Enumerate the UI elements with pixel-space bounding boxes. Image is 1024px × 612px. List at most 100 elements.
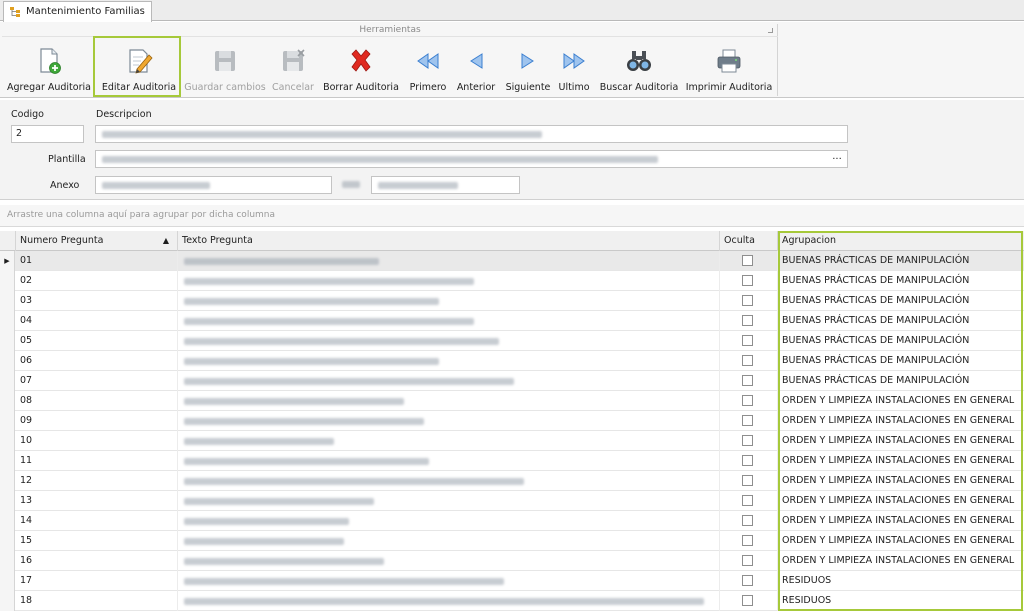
cell-texto-pregunta[interactable] [178, 531, 720, 551]
cell-agrupacion[interactable]: BUENAS PRÁCTICAS DE MANIPULACIÓN [778, 311, 1024, 331]
cell-texto-pregunta[interactable] [178, 271, 720, 291]
cell-texto-pregunta[interactable] [178, 591, 720, 611]
oculta-checkbox[interactable] [742, 455, 753, 466]
plantilla-browse-button[interactable]: ... [828, 152, 846, 166]
oculta-checkbox[interactable] [742, 495, 753, 506]
table-row[interactable]: ▶ 01 BUENAS PRÁCTICAS DE MANIPULACIÓN [0, 251, 1024, 271]
oculta-checkbox[interactable] [742, 435, 753, 446]
cell-texto-pregunta[interactable] [178, 511, 720, 531]
first-record-button[interactable]: Primero [404, 44, 452, 96]
last-record-button[interactable]: Ultimo [554, 44, 594, 96]
oculta-checkbox[interactable] [742, 415, 753, 426]
descripcion-field[interactable] [95, 125, 848, 143]
plantilla-field[interactable]: ... [95, 150, 848, 168]
oculta-checkbox[interactable] [742, 255, 753, 266]
oculta-checkbox[interactable] [742, 315, 753, 326]
table-row[interactable]: 12 ORDEN Y LIMPIEZA INSTALACIONES EN GENE… [0, 471, 1024, 491]
save-changes-button[interactable]: Guardar cambios [182, 44, 268, 96]
table-row[interactable]: 04 BUENAS PRÁCTICAS DE MANIPULACIÓN [0, 311, 1024, 331]
cell-agrupacion[interactable]: ORDEN Y LIMPIEZA INSTALACIONES EN GENERA… [778, 451, 1024, 471]
header-texto-pregunta[interactable]: Texto Pregunta [178, 231, 720, 251]
oculta-checkbox[interactable] [742, 375, 753, 386]
cell-texto-pregunta[interactable] [178, 311, 720, 331]
cell-texto-pregunta[interactable] [178, 551, 720, 571]
cell-numero-pregunta[interactable]: 18 [16, 591, 178, 611]
cell-agrupacion[interactable]: ORDEN Y LIMPIEZA INSTALACIONES EN GENERA… [778, 411, 1024, 431]
ribbon-group-expand-icon[interactable] [768, 28, 773, 33]
cell-agrupacion[interactable]: BUENAS PRÁCTICAS DE MANIPULACIÓN [778, 271, 1024, 291]
cell-agrupacion[interactable]: ORDEN Y LIMPIEZA INSTALACIONES EN GENERA… [778, 471, 1024, 491]
oculta-checkbox[interactable] [742, 275, 753, 286]
header-agrupacion[interactable]: Agrupacion [778, 231, 1024, 251]
header-oculta[interactable]: Oculta [720, 231, 778, 251]
oculta-checkbox[interactable] [742, 355, 753, 366]
cell-numero-pregunta[interactable]: 03 [16, 291, 178, 311]
table-row[interactable]: 09 ORDEN Y LIMPIEZA INSTALACIONES EN GENE… [0, 411, 1024, 431]
cell-agrupacion[interactable]: BUENAS PRÁCTICAS DE MANIPULACIÓN [778, 351, 1024, 371]
anexo-field[interactable] [95, 176, 332, 194]
table-row[interactable]: 10 ORDEN Y LIMPIEZA INSTALACIONES EN GENE… [0, 431, 1024, 451]
oculta-checkbox[interactable] [742, 575, 753, 586]
print-audit-button[interactable]: Imprimir Auditoria [684, 44, 774, 96]
oculta-checkbox[interactable] [742, 535, 753, 546]
table-row[interactable]: 05 BUENAS PRÁCTICAS DE MANIPULACIÓN [0, 331, 1024, 351]
cell-texto-pregunta[interactable] [178, 251, 720, 271]
cell-numero-pregunta[interactable]: 15 [16, 531, 178, 551]
oculta-checkbox[interactable] [742, 515, 753, 526]
cell-texto-pregunta[interactable] [178, 411, 720, 431]
tab-mantenimiento-familias[interactable]: Mantenimiento Familias [3, 1, 152, 22]
cell-agrupacion[interactable]: RESIDUOS [778, 591, 1024, 611]
oculta-checkbox[interactable] [742, 335, 753, 346]
cell-numero-pregunta[interactable]: 06 [16, 351, 178, 371]
cell-numero-pregunta[interactable]: 01 [16, 251, 178, 271]
cell-numero-pregunta[interactable]: 02 [16, 271, 178, 291]
cell-agrupacion[interactable]: BUENAS PRÁCTICAS DE MANIPULACIÓN [778, 251, 1024, 271]
cell-numero-pregunta[interactable]: 08 [16, 391, 178, 411]
add-audit-button[interactable]: Agregar Auditoria [6, 44, 92, 96]
table-row[interactable]: 13 ORDEN Y LIMPIEZA INSTALACIONES EN GENE… [0, 491, 1024, 511]
cell-texto-pregunta[interactable] [178, 331, 720, 351]
cell-agrupacion[interactable]: BUENAS PRÁCTICAS DE MANIPULACIÓN [778, 291, 1024, 311]
table-row[interactable]: 07 BUENAS PRÁCTICAS DE MANIPULACIÓN [0, 371, 1024, 391]
cell-numero-pregunta[interactable]: 04 [16, 311, 178, 331]
oculta-checkbox[interactable] [742, 555, 753, 566]
cell-texto-pregunta[interactable] [178, 491, 720, 511]
cell-numero-pregunta[interactable]: 10 [16, 431, 178, 451]
table-row[interactable]: 15 ORDEN Y LIMPIEZA INSTALACIONES EN GENE… [0, 531, 1024, 551]
oculta-checkbox[interactable] [742, 295, 753, 306]
cell-numero-pregunta[interactable]: 11 [16, 451, 178, 471]
cell-agrupacion[interactable]: ORDEN Y LIMPIEZA INSTALACIONES EN GENERA… [778, 531, 1024, 551]
cell-numero-pregunta[interactable]: 07 [16, 371, 178, 391]
anexo-secondary-field[interactable] [371, 176, 520, 194]
table-row[interactable]: 02 BUENAS PRÁCTICAS DE MANIPULACIÓN [0, 271, 1024, 291]
cell-numero-pregunta[interactable]: 17 [16, 571, 178, 591]
cell-texto-pregunta[interactable] [178, 371, 720, 391]
table-row[interactable]: 06 BUENAS PRÁCTICAS DE MANIPULACIÓN [0, 351, 1024, 371]
cell-numero-pregunta[interactable]: 05 [16, 331, 178, 351]
next-record-button[interactable]: Siguiente [502, 44, 554, 96]
header-numero-pregunta[interactable]: Numero Pregunta ▲ [16, 231, 178, 251]
cancel-button[interactable]: Cancelar [268, 44, 318, 96]
cell-texto-pregunta[interactable] [178, 571, 720, 591]
table-row[interactable]: 17 RESIDUOS [0, 571, 1024, 591]
cell-agrupacion[interactable]: BUENAS PRÁCTICAS DE MANIPULACIÓN [778, 371, 1024, 391]
previous-record-button[interactable]: Anterior [452, 44, 500, 96]
cell-texto-pregunta[interactable] [178, 451, 720, 471]
grid-group-panel[interactable]: Arrastre una columna aquí para agrupar p… [0, 205, 1024, 227]
codigo-field[interactable]: 2 [11, 125, 84, 143]
cell-texto-pregunta[interactable] [178, 431, 720, 451]
table-row[interactable]: 18 RESIDUOS [0, 591, 1024, 611]
cell-agrupacion[interactable]: ORDEN Y LIMPIEZA INSTALACIONES EN GENERA… [778, 391, 1024, 411]
oculta-checkbox[interactable] [742, 395, 753, 406]
cell-agrupacion[interactable]: RESIDUOS [778, 571, 1024, 591]
cell-numero-pregunta[interactable]: 16 [16, 551, 178, 571]
cell-numero-pregunta[interactable]: 12 [16, 471, 178, 491]
cell-texto-pregunta[interactable] [178, 471, 720, 491]
cell-texto-pregunta[interactable] [178, 291, 720, 311]
oculta-checkbox[interactable] [742, 595, 753, 606]
cell-texto-pregunta[interactable] [178, 391, 720, 411]
table-row[interactable]: 16 ORDEN Y LIMPIEZA INSTALACIONES EN GENE… [0, 551, 1024, 571]
cell-numero-pregunta[interactable]: 13 [16, 491, 178, 511]
oculta-checkbox[interactable] [742, 475, 753, 486]
cell-agrupacion[interactable]: ORDEN Y LIMPIEZA INSTALACIONES EN GENERA… [778, 491, 1024, 511]
